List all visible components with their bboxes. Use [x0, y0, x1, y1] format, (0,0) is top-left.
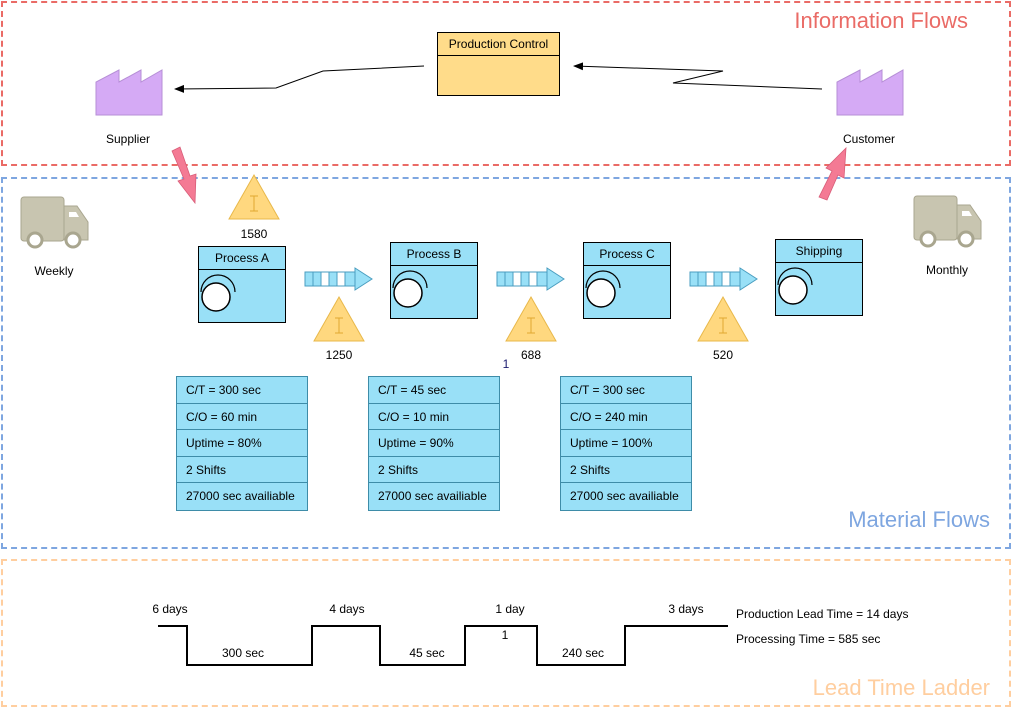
- processing-time: Processing Time = 585 sec: [736, 632, 881, 646]
- cycle-time: C/T = 45 sec: [369, 377, 499, 404]
- cycle-time: C/T = 300 sec: [177, 377, 307, 404]
- process-name: Process B: [391, 243, 477, 266]
- data-box-process-b: C/T = 45 sec C/O = 10 min Uptime = 90% 2…: [368, 376, 500, 511]
- wait-time-label: 3 days: [668, 602, 704, 616]
- changeover-time: C/O = 10 min: [369, 404, 499, 431]
- wait-time-label: 6 days: [152, 602, 188, 616]
- inventory-label: 520: [712, 348, 734, 362]
- wait-time-label: 1 day: [495, 602, 525, 616]
- push-arrow-icon: [689, 267, 758, 291]
- process-name: Process A: [199, 247, 285, 270]
- inventory-triangle-icon[interactable]: [697, 295, 749, 342]
- truck-weekly-label: Weekly: [34, 264, 74, 278]
- truck-monthly-icon[interactable]: [913, 195, 982, 248]
- shipment-arrow-customer-icon: [818, 146, 847, 201]
- production-lead-time: Production Lead Time = 14 days: [736, 607, 909, 621]
- shifts: 2 Shifts: [561, 457, 691, 484]
- operator-icon: [777, 267, 813, 305]
- inventory-triangle-icon[interactable]: [505, 295, 557, 342]
- process-time-label: 300 sec: [221, 646, 265, 660]
- uptime: Uptime = 90%: [369, 430, 499, 457]
- inventory-label: 1250: [325, 348, 353, 362]
- available-time: 27000 sec availiable: [570, 489, 679, 504]
- operator-icon: [585, 270, 621, 308]
- process-box-c[interactable]: Process C: [583, 242, 671, 319]
- push-arrow-icon: [304, 267, 373, 291]
- inventory-triangle-icon[interactable]: [228, 173, 280, 220]
- supplier-label: Supplier: [105, 132, 151, 146]
- inventory-label: 1580: [240, 227, 268, 241]
- shifts: 2 Shifts: [369, 457, 499, 484]
- customer-label: Customer: [842, 132, 895, 146]
- truck-weekly-icon[interactable]: [20, 196, 89, 249]
- shipment-arrow-supplier-icon: [171, 146, 197, 205]
- process-time-label: 240 sec: [561, 646, 605, 660]
- inventory-triangle-icon[interactable]: [313, 295, 365, 342]
- info-flow-to-supplier[interactable]: [174, 65, 425, 93]
- push-arrow-icon: [496, 267, 565, 291]
- shifts: 2 Shifts: [177, 457, 307, 484]
- changeover-time: C/O = 240 min: [561, 404, 691, 431]
- available-time: 27000 sec availiable: [186, 489, 295, 504]
- data-box-process-c: C/T = 300 sec C/O = 240 min Uptime = 100…: [560, 376, 692, 511]
- operator-icon: [392, 270, 428, 308]
- changeover-time: C/O = 60 min: [177, 404, 307, 431]
- process-time-label: 45 sec: [409, 646, 445, 660]
- info-flow-from-customer[interactable]: [573, 62, 823, 90]
- process-box-a[interactable]: Process A: [198, 246, 286, 323]
- process-name: Shipping: [776, 240, 862, 263]
- supplier-factory-icon[interactable]: [95, 69, 163, 116]
- inventory-label: 688: [520, 348, 542, 362]
- cycle-time: C/T = 300 sec: [561, 377, 691, 404]
- data-box-process-a: C/T = 300 sec C/O = 60 min Uptime = 80% …: [176, 376, 308, 511]
- stray-label: 1: [502, 357, 510, 371]
- truck-monthly-label: Monthly: [925, 263, 969, 277]
- uptime: Uptime = 80%: [177, 430, 307, 457]
- customer-factory-icon[interactable]: [836, 69, 904, 116]
- ladder-inner-label: 1: [501, 628, 509, 642]
- shipping-box[interactable]: Shipping: [775, 239, 863, 316]
- wait-time-label: 4 days: [329, 602, 365, 616]
- production-control-label: Production Control: [438, 33, 559, 56]
- operator-icon: [200, 274, 236, 312]
- available-time: 27000 sec availiable: [378, 489, 487, 504]
- process-box-b[interactable]: Process B: [390, 242, 478, 319]
- uptime: Uptime = 100%: [561, 430, 691, 457]
- production-control-box[interactable]: Production Control: [437, 32, 560, 96]
- process-name: Process C: [584, 243, 670, 266]
